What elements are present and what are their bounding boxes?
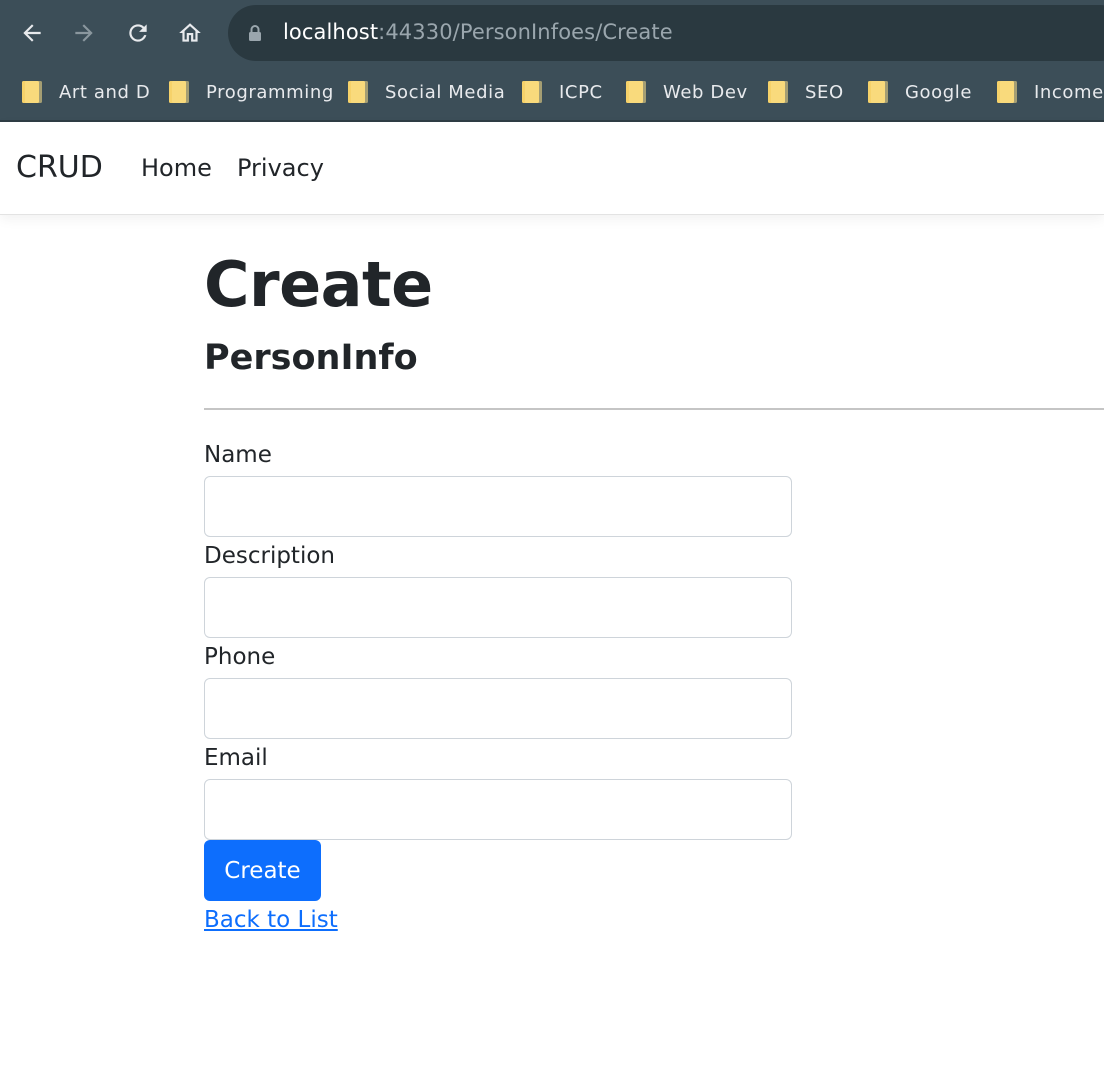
name-label: Name [204, 442, 272, 468]
bookmark-label: Google [905, 81, 973, 103]
bookmark-label: Social Media [385, 81, 506, 103]
nav-link-privacy[interactable]: Privacy [237, 154, 324, 182]
bookmark-icpc[interactable]: ICPC [522, 77, 603, 107]
bookmark-label: Web Dev [663, 81, 748, 103]
folder-icon [626, 80, 646, 104]
back-icon[interactable] [12, 13, 52, 53]
bookmark-art-and-d[interactable]: Art and D [22, 77, 150, 107]
forward-icon[interactable] [64, 13, 104, 53]
browser-toolbar: localhost:44330/PersonInfoes/Create [0, 0, 1104, 66]
back-to-list-link[interactable]: Back to List [204, 907, 338, 933]
description-field[interactable] [204, 577, 792, 638]
entity-heading: PersonInfo [204, 338, 418, 378]
email-label: Email [204, 745, 268, 771]
folder-icon [868, 80, 888, 104]
bookmark-label: ICPC [559, 81, 603, 103]
create-button[interactable]: Create [204, 840, 321, 901]
bookmark-web-dev[interactable]: Web Dev [626, 77, 748, 107]
url-host: localhost [283, 20, 379, 44]
nav-link-home[interactable]: Home [141, 154, 212, 182]
folder-icon [522, 80, 542, 104]
address-bar[interactable]: localhost:44330/PersonInfoes/Create [228, 5, 1104, 61]
name-field[interactable] [204, 476, 792, 537]
site-navbar: CRUD Home Privacy [0, 122, 1104, 215]
bookmark-social-media[interactable]: Social Media [348, 77, 505, 107]
url-text: localhost:44330/PersonInfoes/Create [283, 20, 673, 44]
folder-icon [997, 80, 1017, 104]
description-label: Description [204, 543, 335, 569]
email-field[interactable] [204, 779, 792, 840]
browser-chrome: localhost:44330/PersonInfoes/Create Art … [0, 0, 1104, 122]
bookmark-label: SEO [805, 81, 844, 103]
bookmark-google[interactable]: Google [868, 77, 972, 107]
bookmark-label: Programming [206, 81, 334, 103]
folder-icon [768, 80, 788, 104]
home-icon[interactable] [170, 13, 210, 53]
folder-icon [169, 80, 189, 104]
reload-icon[interactable] [118, 13, 158, 53]
bookmark-label: Art and D [59, 81, 151, 103]
navbar-brand[interactable]: CRUD [16, 150, 103, 185]
bookmarks-bar: Art and D Programming Social Media ICPC … [0, 66, 1104, 120]
phone-field[interactable] [204, 678, 792, 739]
bookmark-income[interactable]: Income [997, 77, 1104, 107]
bookmark-programming[interactable]: Programming [169, 77, 334, 107]
lock-icon[interactable] [247, 24, 263, 46]
url-path: :44330/PersonInfoes/Create [378, 20, 673, 44]
page-title: Create [204, 248, 433, 321]
folder-icon [22, 80, 42, 104]
folder-icon [348, 80, 368, 104]
bookmark-seo[interactable]: SEO [768, 77, 844, 107]
bookmark-label: Income [1034, 81, 1104, 103]
divider [204, 408, 1104, 410]
phone-label: Phone [204, 644, 276, 670]
